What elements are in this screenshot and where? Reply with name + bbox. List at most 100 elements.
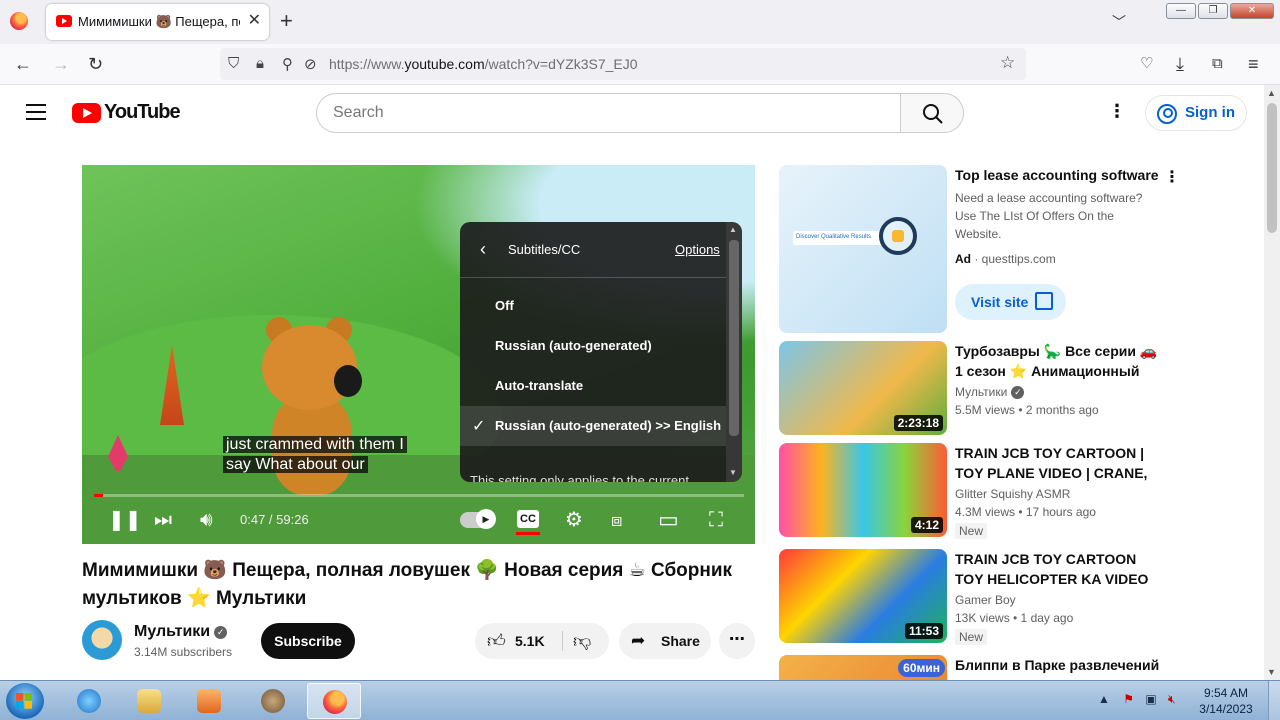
video-thumbnail[interactable]: 2:23:18 <box>779 341 947 435</box>
youtube-logo-text[interactable]: YouTube <box>104 101 181 124</box>
app-menu-icon[interactable]: ≡ <box>1248 54 1259 74</box>
scrollbar-thumb[interactable] <box>1267 103 1277 233</box>
sign-in-button[interactable]: Sign in <box>1145 95 1247 131</box>
video-player[interactable]: just crammed with them I say What about … <box>82 165 755 544</box>
scroll-up-arrow-icon[interactable]: ▲ <box>1267 88 1276 98</box>
video-caption: just crammed with them I say What about … <box>223 435 423 475</box>
ad-thumbnail-card: Discover Qualitative Results <box>793 231 883 245</box>
recommended-title[interactable]: Блиппи в Парке развлечений <box>955 655 1160 675</box>
ad-description: Need a lease accounting software? Use Th… <box>955 191 1143 241</box>
ad-more-icon[interactable]: ⋮ <box>1164 167 1180 187</box>
back-arrow-icon[interactable]: ← <box>14 54 32 74</box>
taskbar-file-explorer[interactable] <box>122 683 176 719</box>
list-all-tabs-chevron-icon[interactable]: ﹀ <box>1112 12 1126 32</box>
pause-icon[interactable]: ❚❚ <box>108 509 142 531</box>
minimize-button[interactable]: — <box>1166 3 1196 19</box>
volume-icon[interactable]: 🔊︎ <box>200 509 213 531</box>
subtitles-cc-button[interactable]: CC <box>517 510 539 528</box>
channel-avatar[interactable] <box>82 620 122 660</box>
taskbar-media-player[interactable] <box>182 683 236 719</box>
subtitles-menu-scrollbar[interactable]: ▲ ▼ <box>726 222 742 482</box>
url-bar[interactable]: ⛉ 🔒︎ ⚲ ⊘ https://www.youtube.com/watch?v… <box>220 48 1026 80</box>
thumbs-down-icon[interactable]: 👎︎ <box>573 630 591 652</box>
video-thumbnail[interactable]: 4:12 <box>779 443 947 537</box>
guide-menu-icon[interactable] <box>26 104 46 120</box>
visit-site-button[interactable]: Visit site <box>955 284 1066 320</box>
bookmark-star-icon[interactable]: ☆ <box>1000 53 1015 73</box>
search-button[interactable] <box>900 93 964 133</box>
taskbar-gimp[interactable] <box>246 683 300 719</box>
pocket-icon[interactable]: ♡ <box>1140 54 1153 74</box>
url-text[interactable]: https://www.youtube.com/watch?v=dYZk3S7_… <box>329 56 638 72</box>
action-center-icon[interactable]: ⚑ <box>1123 692 1134 706</box>
share-button[interactable]: ➦ Share <box>619 623 711 659</box>
taskbar-clock[interactable]: 9:54 AM 3/14/2023 <box>1196 685 1256 717</box>
subtitle-option-auto-translate[interactable]: Auto-translate <box>460 366 726 406</box>
lock-icon[interactable]: 🔒︎ <box>256 55 264 72</box>
bear-character <box>262 317 382 505</box>
theater-mode-icon[interactable]: ▭ <box>658 509 679 531</box>
miniplayer-icon[interactable]: ⧈ <box>611 509 622 531</box>
subtitles-options-link[interactable]: Options <box>675 242 720 257</box>
ad-thumbnail[interactable]: Discover Qualitative Results <box>779 165 947 333</box>
volume-muted-icon[interactable]: 🔇︎ <box>1168 692 1176 706</box>
taskbar-firefox[interactable] <box>307 683 361 719</box>
back-chevron-icon[interactable]: ‹ <box>480 239 486 260</box>
autoplay-blocked-icon[interactable]: ⊘ <box>304 55 317 73</box>
recommended-title[interactable]: Турбозавры 🦕 Все серии 🚗 1 сезон ⭐ Анима… <box>955 341 1160 381</box>
recommended-video[interactable]: 4:12 TRAIN JCB TOY CARTOON | TOY PLANE V… <box>779 443 1199 539</box>
recommended-video[interactable]: 2:23:18 Турбозавры 🦕 Все серии 🚗 1 сезон… <box>779 341 1199 437</box>
channel-name[interactable]: Мультики ✓ <box>134 623 228 641</box>
page-scrollbar[interactable]: ▲ ▼ <box>1264 85 1280 680</box>
browser-tab-active[interactable]: Мимимишки 🐻 Пещера, полная ловушек ✕ <box>46 4 269 40</box>
more-actions-button[interactable]: ⋯ <box>719 623 755 659</box>
subtitle-option-russian-auto[interactable]: Russian (auto-generated) <box>460 326 726 366</box>
search-input[interactable]: Search <box>316 93 901 133</box>
forward-arrow-icon[interactable]: → <box>52 54 70 74</box>
fullscreen-icon[interactable]: ⛶ <box>709 509 723 531</box>
recommended-channel[interactable]: Мультики ✓ <box>955 385 1025 399</box>
next-video-icon[interactable]: ⏭︎ <box>154 509 172 531</box>
scroll-down-arrow-icon[interactable]: ▼ <box>1267 667 1276 677</box>
like-count[interactable]: 5.1K <box>515 633 545 649</box>
recommended-meta: 13K views • 1 day ago <box>955 611 1074 625</box>
start-button[interactable] <box>6 683 44 719</box>
downloads-icon[interactable]: ⤓ <box>1176 54 1184 74</box>
recommended-video[interactable]: 11:53 TRAIN JCB TOY CARTOON TOY HELICOPT… <box>779 549 1199 645</box>
subtitle-option-russian-to-english[interactable]: ✓ Russian (auto-generated) >> English <box>460 406 726 446</box>
taskbar-internet-explorer[interactable] <box>62 683 116 719</box>
ad-title[interactable]: Top lease accounting software <box>955 167 1159 183</box>
extensions-icon[interactable]: ⧉ <box>1212 54 1223 74</box>
restore-button[interactable]: ❐ <box>1198 3 1228 19</box>
visit-site-label: Visit site <box>971 294 1029 310</box>
show-hidden-icons-icon[interactable]: ▲ <box>1098 692 1110 706</box>
tab-close-icon[interactable]: ✕ <box>248 11 261 31</box>
autoplay-toggle[interactable] <box>460 509 496 529</box>
video-thumbnail[interactable]: 60мин <box>779 655 947 680</box>
close-window-button[interactable]: ✕ <box>1230 3 1274 19</box>
thumbs-up-icon[interactable]: 👍︎ <box>487 630 506 652</box>
subscribe-button[interactable]: Subscribe <box>261 623 355 659</box>
reload-icon[interactable]: ↻ <box>88 54 103 74</box>
shield-icon[interactable]: ⛉ <box>228 55 239 72</box>
recommended-channel[interactable]: Gamer Boy <box>955 593 1016 607</box>
settings-gear-icon[interactable]: ⚙ <box>565 509 583 531</box>
settings-more-icon[interactable]: ⋮ <box>1108 101 1126 121</box>
share-arrow-icon: ➦ <box>631 631 646 650</box>
gimp-icon <box>261 689 285 713</box>
internet-explorer-icon <box>77 689 101 713</box>
recommended-title[interactable]: TRAIN JCB TOY CARTOON | TOY PLANE VIDEO … <box>955 443 1160 483</box>
ad-meta: Ad · questtips.com <box>955 252 1056 266</box>
permissions-icon[interactable]: ⚲ <box>282 55 293 73</box>
new-tab-button[interactable]: + <box>280 9 293 33</box>
video-thumbnail[interactable]: 11:53 <box>779 549 947 643</box>
video-progress-bar[interactable] <box>94 494 744 497</box>
subtitle-option-off[interactable]: Off <box>460 286 726 326</box>
recommended-channel[interactable]: Glitter Squishy ASMR <box>955 487 1070 501</box>
network-icon[interactable]: ▣ <box>1145 692 1156 706</box>
recommended-video[interactable]: 60мин Блиппи в Парке развлечений <box>779 655 1199 680</box>
youtube-logo-icon[interactable] <box>72 103 101 123</box>
firefox-menu-icon[interactable] <box>10 12 28 30</box>
recommended-title[interactable]: TRAIN JCB TOY CARTOON TOY HELICOPTER KA … <box>955 549 1160 589</box>
show-desktop-button[interactable] <box>1268 681 1280 720</box>
